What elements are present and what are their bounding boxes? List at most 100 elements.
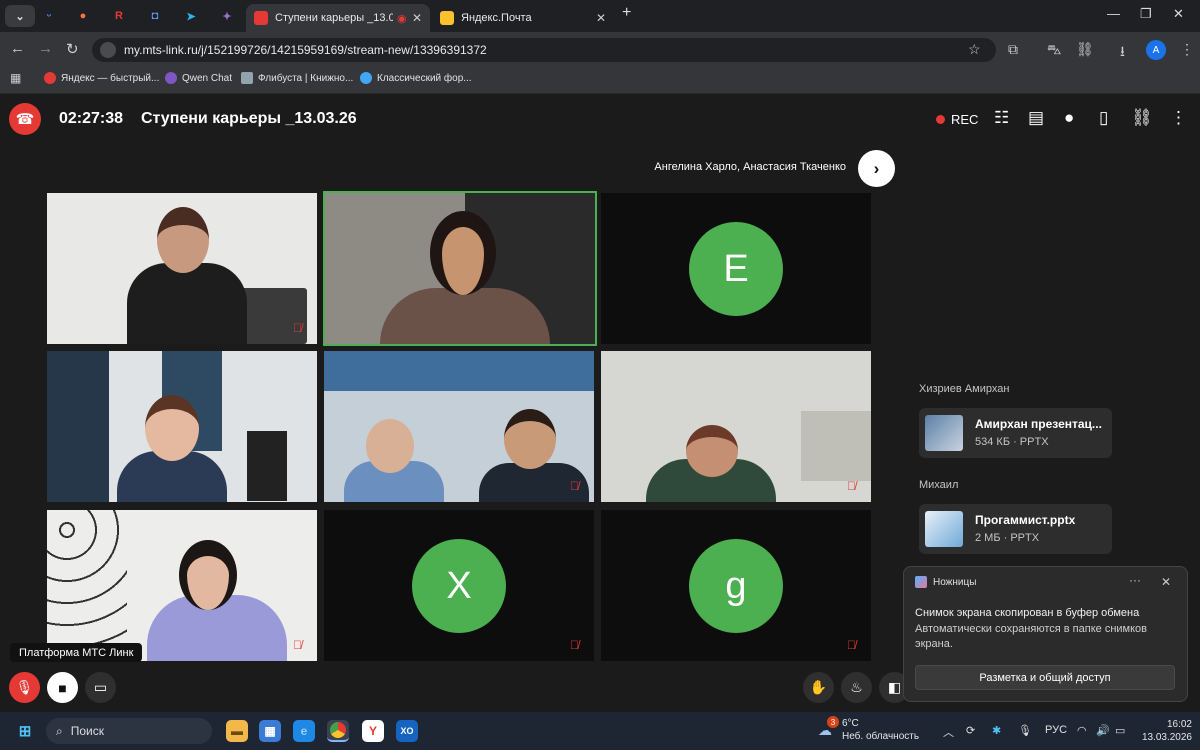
extensions-icon[interactable]: ⧉ [1008,41,1018,58]
bookmark-item[interactable]: Qwen Chat [165,72,232,84]
markup-share-button[interactable]: Разметка и общий доступ [915,665,1175,690]
mts-link-favicon-icon [254,11,268,25]
participant-face [504,409,556,469]
clock-date: 13.03.2026 [1141,732,1192,743]
camera-icon: ■ [58,679,67,696]
more-options-icon[interactable]: ··· [1129,573,1141,587]
telegram-tab-icon[interactable]: ➤ [176,5,206,27]
profile-avatar[interactable]: A [1146,40,1166,60]
participant-video [127,263,247,344]
pinned-tab-icon[interactable]: ᵕ [34,5,64,27]
sync-icon[interactable]: ⟳ [966,724,975,737]
edge-icon[interactable]: e [293,720,315,742]
bookmark-item[interactable]: Яндекс — быстрый... [44,72,159,84]
microphone-tray-icon[interactable]: 🎙 [1018,724,1032,737]
file-explorer-icon[interactable]: ▬ [226,720,248,742]
wifi-icon[interactable]: ◠ [1077,724,1087,737]
battery-icon[interactable]: ▭ [1115,724,1125,737]
file-card[interactable]: Амирхан презентац... 534 КБ · PPTX [919,408,1112,458]
participant-tile[interactable] [47,351,317,502]
close-icon[interactable]: ✕ [1161,575,1171,589]
tab-search-dropdown-icon[interactable]: ⌄ [5,5,35,27]
rec-dot-icon [936,115,945,124]
close-tab-icon[interactable]: ✕ [412,11,422,25]
file-card[interactable]: Прогаммист.pptx 2 МБ · PPTX [919,504,1112,554]
participants-icon[interactable]: ● [1064,108,1074,128]
notes-icon[interactable]: ☷ [994,108,1009,128]
bookmark-item[interactable]: Классический фор... [360,72,472,84]
store-icon[interactable]: ▦ [259,720,281,742]
bookmark-item[interactable]: Флибуста | Книжно... [241,72,353,84]
weather-temperature[interactable]: 6°C [842,718,859,729]
participant-tile[interactable]: 🎙̸ [324,351,594,502]
site-info-icon[interactable] [100,42,116,58]
forum-icon [360,72,372,84]
reload-icon[interactable]: ↻ [66,40,79,58]
mic-off-icon: 🎙̸ [847,638,856,652]
car-icon[interactable]: ⛍ [1047,41,1061,60]
camera-toggle-button[interactable]: ■ [47,672,78,703]
participant-tile[interactable] [323,191,597,346]
pinned-tab-icon[interactable]: ✦ [212,5,242,27]
download-icon[interactable]: ⭳ [1120,41,1125,65]
forward-arrow-icon[interactable]: → [38,40,53,57]
phone-hangup-icon: ☎ [15,111,35,128]
screen-share-button[interactable]: ▭ [85,672,116,703]
link-icon[interactable]: ⛓ [1076,41,1094,58]
language-indicator[interactable]: РУС [1045,724,1067,736]
minimize-icon[interactable]: — [1107,6,1120,21]
more-icon[interactable]: ⋮ [1170,108,1187,128]
weather-description[interactable]: Неб. облачность [842,731,919,742]
participant-video [380,288,550,344]
raise-hand-button[interactable]: ✋ [803,672,834,703]
pinned-tab-icon[interactable]: ◘ [140,5,170,27]
mic-off-icon: 🎙̸ [293,321,302,335]
pinned-tab-icon[interactable]: ● [68,5,98,27]
participant-tile[interactable]: 🎙̸ [601,351,871,502]
close-tab-icon[interactable]: ✕ [596,11,606,25]
taskbar-clock[interactable]: 16:02 13.03.2026 [1140,718,1192,744]
browser-menu-icon[interactable]: ⋮ [1180,41,1194,58]
back-arrow-icon[interactable]: ← [10,40,25,57]
microphone-toggle-button[interactable]: 🎙 [9,672,40,703]
volume-icon[interactable]: 🔊 [1096,724,1110,737]
banner [47,351,109,502]
tab-label: Яндекс.Почта [461,12,532,24]
link-icon[interactable]: ⛓ [1131,108,1153,128]
participant-tile[interactable]: 🎙̸ [47,193,317,344]
close-window-icon[interactable]: ✕ [1173,6,1184,22]
participant-tile[interactable]: 🎙̸ [47,510,317,661]
chat-icon[interactable]: ▤ [1028,108,1044,128]
mic-off-icon: 🎙̸ [847,479,856,493]
taskbar-search[interactable]: ⌕ Поиск [46,718,212,744]
recording-indicator: REC [936,112,978,127]
document-icon[interactable]: ▯ [1099,108,1108,128]
file-name: Амирхан презентац... [975,417,1102,431]
next-page-button[interactable]: › [858,150,895,187]
tab-meeting[interactable]: Ступени карьеры _13.03.2( ◉ ✕ [246,4,430,32]
mic-off-icon: 🎙̸ [293,638,302,652]
apps-grid-icon[interactable]: ▦ [10,71,21,85]
participant-tile[interactable]: X 🎙̸ [324,510,594,661]
pinned-tab-icon[interactable]: R [104,5,134,27]
chrome-icon[interactable] [327,720,349,742]
participant-face [686,425,738,477]
windows-start-icon[interactable]: ⊞ [14,720,36,742]
new-tab-button[interactable]: + [622,4,631,22]
tray-chevron-icon[interactable]: ︿ [943,724,954,740]
hangup-button[interactable]: ☎ [9,103,41,135]
yandex-browser-icon[interactable]: Y [362,720,384,742]
bluetooth-icon[interactable]: ✱ [992,724,1001,737]
tab-yandex-mail[interactable]: Яндекс.Почта ✕ [432,4,614,32]
participant-face [145,395,199,461]
file-thumbnail [925,511,963,547]
chevron-right-icon: › [873,158,880,178]
restore-icon[interactable]: ❐ [1140,6,1152,22]
url-text[interactable]: my.mts-link.ru/j/152199726/14215959169/s… [124,43,487,57]
participant-tile[interactable]: E [601,193,871,344]
participant-tile[interactable]: g 🎙̸ [601,510,871,661]
hand-icon: ✋ [809,679,828,695]
xo-app-icon[interactable]: XO [396,720,418,742]
bookmark-star-icon[interactable]: ☆ [968,41,981,58]
reactions-button[interactable]: ♨ [841,672,872,703]
